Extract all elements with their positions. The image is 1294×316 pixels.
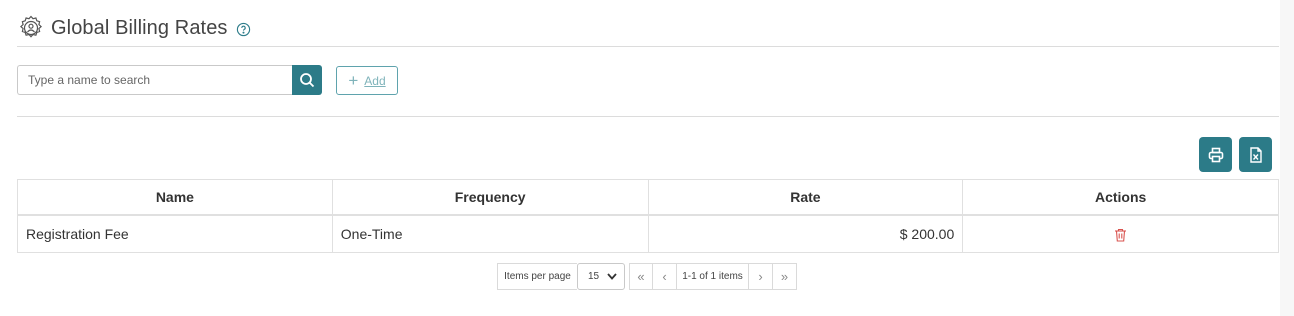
cell-actions bbox=[962, 214, 1279, 253]
items-per-page-select[interactable]: 15 bbox=[577, 263, 625, 290]
cell-frequency: One-Time bbox=[331, 214, 649, 253]
chevron-down-icon bbox=[607, 273, 617, 280]
add-button-label: Add bbox=[364, 73, 386, 88]
header-divider bbox=[17, 46, 1279, 47]
print-button[interactable] bbox=[1199, 137, 1232, 172]
last-page-button[interactable]: » bbox=[773, 263, 797, 290]
search-icon bbox=[300, 73, 315, 88]
toolbar-divider bbox=[17, 116, 1279, 117]
page-title: Global Billing Rates bbox=[51, 16, 228, 39]
settings-person-icon bbox=[20, 15, 42, 38]
trash-icon[interactable] bbox=[1114, 228, 1127, 242]
column-header-frequency[interactable]: Frequency bbox=[331, 179, 649, 216]
excel-export-button[interactable] bbox=[1239, 137, 1272, 172]
cell-name: Registration Fee bbox=[17, 214, 333, 253]
items-per-page-label: Items per page bbox=[497, 263, 577, 290]
add-button[interactable]: + Add bbox=[336, 66, 398, 95]
column-header-rate[interactable]: Rate bbox=[647, 179, 964, 216]
billing-rates-table: Name Frequency Rate Actions Registration… bbox=[17, 179, 1279, 253]
cell-rate: $ 200.00 bbox=[647, 214, 964, 253]
search-input[interactable] bbox=[17, 65, 292, 95]
column-header-actions: Actions bbox=[962, 179, 1279, 216]
page-header: Global Billing Rates bbox=[17, 12, 251, 44]
search-button[interactable] bbox=[292, 65, 322, 95]
page-info: 1-1 of 1 items bbox=[677, 263, 749, 290]
next-page-button[interactable]: › bbox=[749, 263, 773, 290]
search-bar bbox=[17, 65, 322, 95]
page-navigation: « ‹ 1-1 of 1 items › » bbox=[629, 263, 797, 290]
column-header-name[interactable]: Name bbox=[17, 179, 333, 216]
question-circle-icon[interactable] bbox=[236, 22, 251, 37]
printer-icon bbox=[1208, 147, 1223, 162]
items-per-page-value: 15 bbox=[588, 271, 600, 282]
table-row[interactable]: Registration Fee One-Time $ 200.00 bbox=[17, 214, 1279, 253]
first-page-button[interactable]: « bbox=[629, 263, 653, 290]
excel-export-icon bbox=[1249, 146, 1262, 163]
prev-page-button[interactable]: ‹ bbox=[653, 263, 677, 290]
pagination: Items per page 15 « ‹ 1-1 of 1 items › » bbox=[497, 263, 797, 290]
scrollbar-gutter[interactable] bbox=[1280, 0, 1294, 316]
table-header-row: Name Frequency Rate Actions bbox=[17, 179, 1279, 216]
plus-icon: + bbox=[348, 71, 359, 90]
